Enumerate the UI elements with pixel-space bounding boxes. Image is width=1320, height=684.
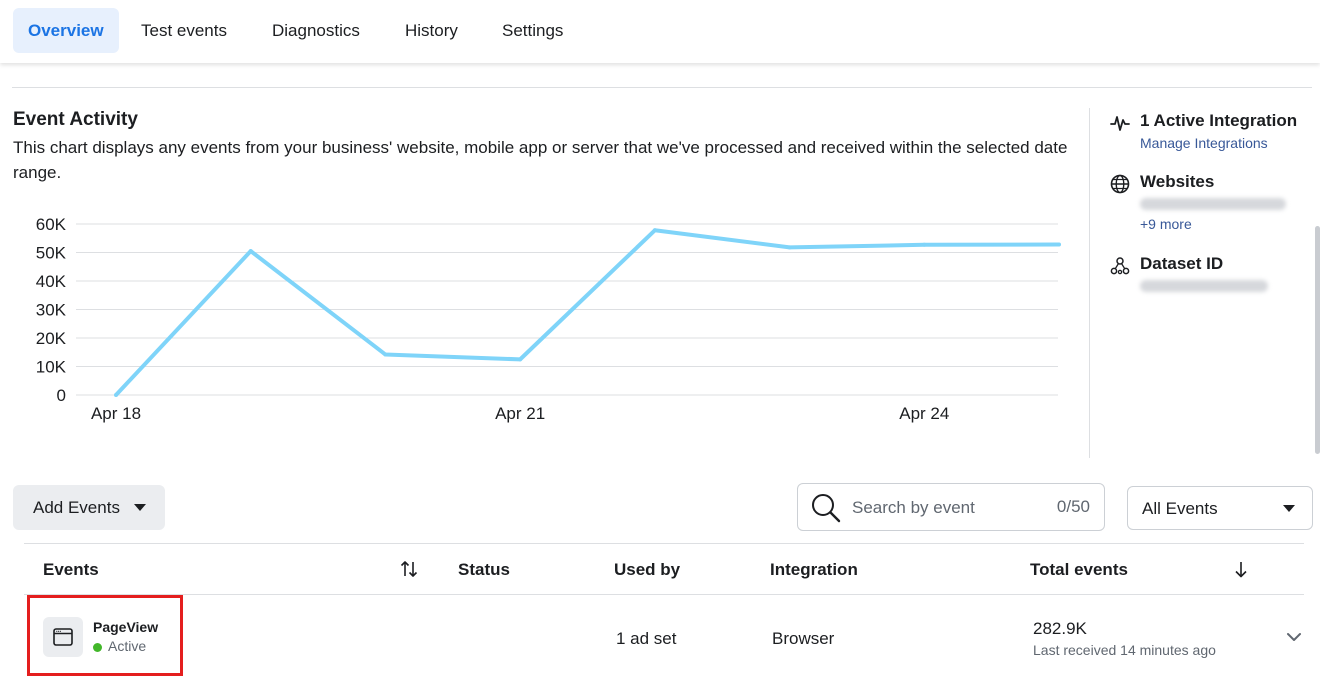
y-tick-label: 20K (36, 329, 67, 348)
header-integration: Integration (770, 560, 858, 579)
header-events[interactable]: Events (43, 560, 99, 580)
globe-icon (1110, 174, 1130, 194)
data-point[interactable] (787, 245, 792, 250)
tab-history[interactable]: History (390, 8, 473, 53)
scrollbar[interactable] (1315, 226, 1320, 454)
vertical-divider (1089, 108, 1090, 458)
highlight-box (27, 595, 183, 676)
tab-overview[interactable]: Overview (13, 8, 119, 53)
events-filter-select[interactable]: All Events (1127, 486, 1313, 530)
data-point[interactable] (922, 242, 927, 247)
active-integration-title: 1 Active Integration (1140, 111, 1298, 130)
blurred-dataset-id (1140, 280, 1268, 292)
y-tick-label: 50K (36, 244, 67, 263)
y-tick-label: 60K (36, 215, 67, 234)
y-tick-label: 40K (36, 272, 67, 291)
y-tick-label: 10K (36, 358, 67, 377)
x-tick-label: Apr 24 (899, 404, 949, 423)
chevron-down-icon[interactable] (1286, 631, 1302, 643)
add-events-label: Add Events (33, 498, 120, 517)
search-placeholder: Search by event (852, 498, 975, 517)
caret-down-icon (1283, 505, 1295, 512)
table-divider (24, 594, 1304, 595)
event-activity-title: Event Activity (13, 109, 138, 130)
events-filter-value: All Events (1142, 499, 1218, 518)
data-point[interactable] (1057, 242, 1061, 247)
sort-descending-icon[interactable] (1234, 561, 1248, 578)
tab-diagnostics[interactable]: Diagnostics (257, 8, 375, 53)
sort-icon[interactable] (400, 561, 418, 577)
tab-bar: Overview Test events Diagnostics History… (0, 0, 1320, 63)
tab-settings[interactable]: Settings (487, 8, 578, 53)
caret-down-icon (134, 504, 146, 511)
data-point[interactable] (383, 352, 388, 357)
x-tick-label: Apr 21 (495, 404, 545, 423)
total-events-cell: 282.9K (1033, 619, 1087, 638)
dataset-id-title: Dataset ID (1140, 254, 1224, 273)
header-status: Status (458, 560, 510, 579)
table-divider (24, 543, 1304, 544)
manage-integrations-link[interactable]: Manage Integrations (1140, 135, 1268, 151)
integration-cell: Browser (772, 629, 835, 648)
data-point[interactable] (248, 249, 253, 254)
y-tick-label: 0 (57, 386, 66, 405)
more-websites-link[interactable]: +9 more (1140, 216, 1192, 232)
data-point[interactable] (652, 228, 657, 233)
data-point[interactable] (518, 357, 523, 362)
blurred-website-url (1140, 198, 1286, 210)
header-total-events[interactable]: Total events (1030, 560, 1128, 580)
x-tick-label: Apr 18 (91, 404, 141, 423)
websites-title: Websites (1140, 172, 1215, 191)
data-point[interactable] (114, 393, 118, 397)
search-input[interactable]: Search by event 0/50 (797, 483, 1105, 531)
dataset-nodes-icon (1110, 257, 1130, 275)
add-events-button[interactable]: Add Events (13, 485, 165, 530)
tab-test-events[interactable]: Test events (126, 8, 242, 53)
event-activity-chart: 0 10K 20K 30K 40K 50K 60K Apr 18 Apr 21 Apr 24 (36, 215, 1061, 423)
y-tick-label: 30K (36, 301, 67, 320)
divider (12, 87, 1312, 88)
header-used-by: Used by (614, 560, 681, 579)
search-icon (812, 494, 841, 523)
last-received-text: Last received 14 minutes ago (1033, 642, 1216, 658)
activity-pulse-icon (1110, 116, 1130, 131)
used-by-cell[interactable]: 1 ad set (616, 629, 677, 649)
series-line (114, 228, 1060, 397)
event-activity-description: This chart displays any events from your… (13, 138, 1068, 182)
search-char-count: 0/50 (1056, 497, 1090, 516)
